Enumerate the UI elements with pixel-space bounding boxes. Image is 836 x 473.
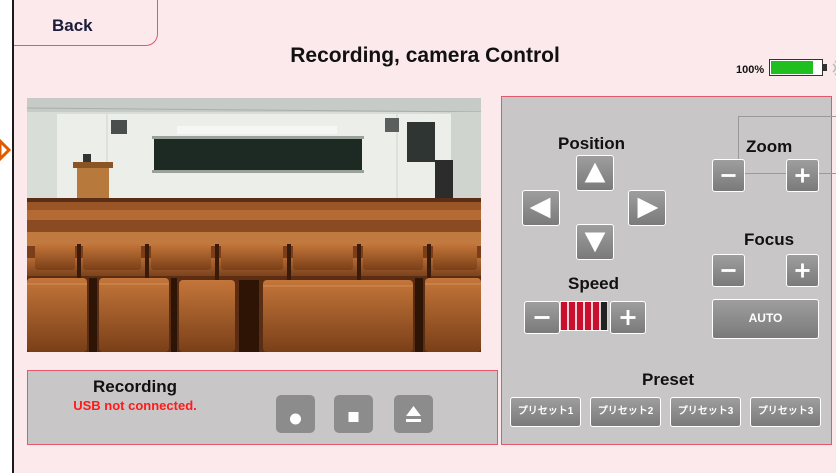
lecture-hall-image bbox=[27, 98, 481, 352]
speed-decrease-button[interactable] bbox=[524, 301, 560, 334]
eject-button[interactable] bbox=[394, 395, 433, 433]
minus-icon bbox=[534, 316, 550, 319]
arrow-left-icon bbox=[529, 197, 551, 219]
preset-label: Preset bbox=[642, 370, 694, 389]
record-icon bbox=[290, 413, 301, 425]
plus-icon bbox=[620, 309, 636, 326]
focus-label: Focus bbox=[744, 230, 795, 249]
speed-segment bbox=[576, 302, 584, 330]
speed-level-bar bbox=[560, 301, 608, 331]
camera-preview bbox=[27, 98, 481, 352]
stop-button[interactable] bbox=[334, 395, 373, 433]
arrow-right-icon bbox=[637, 197, 659, 219]
pan-up-button[interactable] bbox=[576, 155, 614, 191]
stop-icon bbox=[348, 412, 359, 422]
battery-tip bbox=[823, 64, 827, 71]
arrow-down-icon bbox=[584, 232, 606, 253]
zoom-in-button[interactable] bbox=[786, 159, 819, 192]
focus-far-button[interactable] bbox=[786, 254, 819, 287]
focus-near-button[interactable] bbox=[712, 254, 745, 287]
position-label: Position bbox=[558, 134, 626, 153]
usb-status: USB not connected. bbox=[73, 398, 197, 413]
speed-segment bbox=[560, 302, 568, 330]
camera-control-panel: Position Speed Zoom Focus AUTO Preset プリ… bbox=[501, 96, 836, 445]
auto-focus-button[interactable]: AUTO bbox=[712, 299, 819, 339]
speed-segment bbox=[592, 302, 600, 330]
speed-segment bbox=[568, 302, 576, 330]
plus-icon bbox=[795, 168, 810, 183]
battery-level-fill bbox=[771, 61, 814, 74]
preset-button-2[interactable]: プリセット2 bbox=[590, 397, 661, 427]
speed-segment bbox=[584, 302, 592, 330]
page-title: Recording, camera Control bbox=[290, 44, 560, 67]
speed-label: Speed bbox=[568, 274, 620, 293]
recording-title: Recording bbox=[92, 377, 178, 396]
arrow-up-icon bbox=[584, 162, 606, 183]
pan-right-button[interactable] bbox=[628, 190, 666, 226]
preset-button-1[interactable]: プリセット1 bbox=[510, 397, 581, 427]
record-button[interactable] bbox=[276, 395, 315, 433]
preset-button-4[interactable]: プリセット3 bbox=[750, 397, 821, 427]
signal-icon bbox=[832, 60, 836, 76]
back-button[interactable]: Back bbox=[14, 0, 158, 46]
recording-panel: Recording USB not connected. bbox=[27, 370, 498, 445]
plus-icon bbox=[795, 263, 810, 278]
app-screen: Back Recording, camera Control 100% Reco… bbox=[12, 0, 836, 473]
battery-icon bbox=[769, 59, 823, 76]
minus-icon bbox=[721, 269, 736, 272]
eject-icon bbox=[406, 406, 421, 422]
zoom-out-button[interactable] bbox=[712, 159, 745, 192]
minus-icon bbox=[721, 174, 736, 177]
pan-left-button[interactable] bbox=[522, 190, 560, 226]
speed-increase-button[interactable] bbox=[610, 301, 646, 334]
battery-percent: 100% bbox=[736, 64, 765, 76]
pan-down-button[interactable] bbox=[576, 224, 614, 260]
zoom-label: Zoom bbox=[746, 137, 793, 156]
preset-button-3[interactable]: プリセット3 bbox=[670, 397, 741, 427]
speed-segment bbox=[600, 302, 608, 330]
